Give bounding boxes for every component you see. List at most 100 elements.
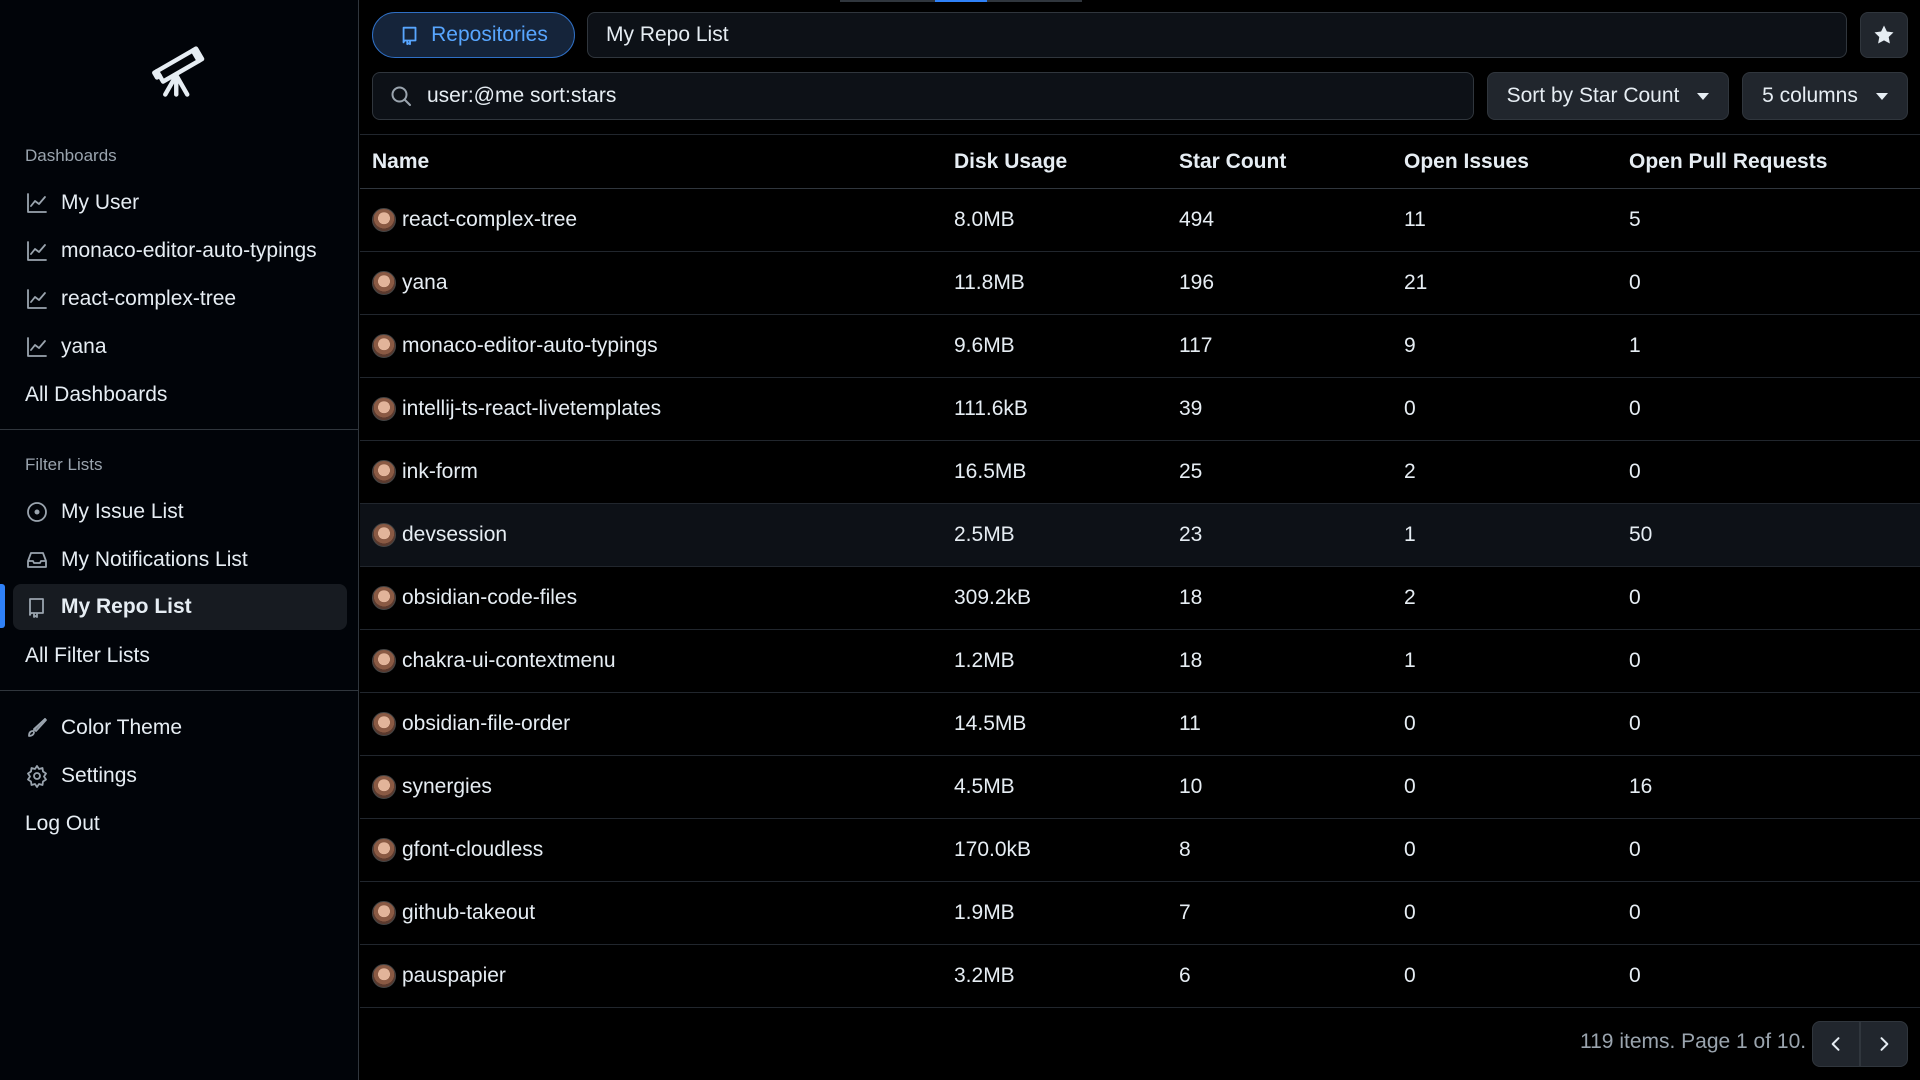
open-issues-cell: 9 bbox=[1404, 334, 1416, 357]
open-pull-requests-cell: 0 bbox=[1629, 586, 1641, 609]
repo-name-cell[interactable]: obsidian-file-order bbox=[372, 693, 570, 755]
repositories-type-button[interactable]: Repositories bbox=[372, 12, 575, 58]
repo-name-text[interactable]: react-complex-tree bbox=[402, 208, 577, 232]
repo-name-text[interactable]: pauspapier bbox=[402, 964, 506, 988]
star-count-cell: 39 bbox=[1179, 397, 1203, 420]
repo-name-text[interactable]: chakra-ui-contextmenu bbox=[402, 649, 616, 673]
table-row[interactable]: github-takeout 1.9MB 7 0 0 bbox=[360, 882, 1920, 945]
repositories-type-label: Repositories bbox=[431, 23, 548, 46]
sidebar-item-yana[interactable]: yana bbox=[13, 324, 347, 370]
open-pull-requests-cell: 0 bbox=[1629, 838, 1641, 861]
sidebar-item-my-user[interactable]: My User bbox=[13, 180, 347, 226]
disk-usage-cell: 3.2MB bbox=[954, 964, 1015, 987]
table-row[interactable]: chakra-ui-contextmenu 1.2MB 18 1 0 bbox=[360, 630, 1920, 693]
sidebar-item-monaco-editor-auto-typings[interactable]: monaco-editor-auto-typings bbox=[13, 228, 347, 274]
disk-usage-cell: 16.5MB bbox=[954, 460, 1027, 483]
table-row[interactable]: devsession 2.5MB 23 1 50 bbox=[360, 504, 1920, 567]
disk-usage-cell: 1.2MB bbox=[954, 649, 1015, 672]
table-row[interactable]: pauspapier 3.2MB 6 0 0 bbox=[360, 945, 1920, 1008]
table-row[interactable]: obsidian-code-files 309.2kB 18 2 0 bbox=[360, 567, 1920, 630]
sidebar-item-all-dashboards[interactable]: All Dashboards bbox=[13, 372, 347, 418]
repo-name-cell[interactable]: monaco-editor-auto-typings bbox=[372, 315, 658, 377]
repo-name-cell[interactable]: github-takeout bbox=[372, 882, 535, 944]
open-pull-requests-cell: 0 bbox=[1629, 901, 1641, 924]
sort-dropdown[interactable]: Sort by Star Count bbox=[1487, 72, 1729, 120]
repo-name-cell[interactable]: synergies bbox=[372, 756, 492, 818]
repo-name-cell[interactable]: chakra-ui-contextmenu bbox=[372, 630, 616, 692]
sidebar-item-label: Color Theme bbox=[61, 716, 182, 739]
column-header-name[interactable]: Name bbox=[372, 135, 429, 188]
table-row[interactable]: gfont-cloudless 170.0kB 8 0 0 bbox=[360, 819, 1920, 882]
star-count-cell: 23 bbox=[1179, 523, 1203, 546]
list-title-input[interactable]: My Repo List bbox=[587, 12, 1847, 58]
repo-name-text[interactable]: devsession bbox=[402, 523, 507, 547]
disk-usage-cell: 1.9MB bbox=[954, 901, 1015, 924]
table-row[interactable]: react-complex-tree 8.0MB 494 11 5 bbox=[360, 189, 1920, 252]
previous-page-button[interactable] bbox=[1812, 1021, 1860, 1067]
sidebar-item-my-repo-list[interactable]: My Repo List bbox=[13, 584, 347, 630]
sidebar-item-log-out[interactable]: Log Out bbox=[13, 801, 347, 847]
dashboards-section-label: Dashboards bbox=[25, 146, 117, 165]
repo-name-cell[interactable]: devsession bbox=[372, 504, 507, 566]
repo-name-text[interactable]: synergies bbox=[402, 775, 492, 799]
columns-dropdown[interactable]: 5 columns bbox=[1742, 72, 1908, 120]
column-header-open-issues[interactable]: Open Issues bbox=[1404, 135, 1529, 188]
open-issues-cell: 0 bbox=[1404, 397, 1416, 420]
disk-usage-cell: 4.5MB bbox=[954, 775, 1015, 798]
graph-icon bbox=[25, 335, 49, 359]
sidebar-item-react-complex-tree[interactable]: react-complex-tree bbox=[13, 276, 347, 322]
next-page-button[interactable] bbox=[1860, 1021, 1908, 1067]
repo-name-cell[interactable]: yana bbox=[372, 252, 448, 314]
repo-icon bbox=[25, 595, 49, 619]
star-count-cell: 6 bbox=[1179, 964, 1191, 987]
table-row[interactable]: ink-form 16.5MB 25 2 0 bbox=[360, 441, 1920, 504]
sidebar-item-label: yana bbox=[61, 335, 107, 358]
sort-dropdown-label: Sort by Star Count bbox=[1506, 84, 1680, 107]
table-row[interactable]: yana 11.8MB 196 21 0 bbox=[360, 252, 1920, 315]
sidebar-item-all-filter-lists[interactable]: All Filter Lists bbox=[13, 633, 347, 679]
repo-name-text[interactable]: gfont-cloudless bbox=[402, 838, 543, 862]
open-issues-cell: 0 bbox=[1404, 901, 1416, 924]
column-header-disk-usage[interactable]: Disk Usage bbox=[954, 135, 1067, 188]
sidebar-item-settings[interactable]: Settings bbox=[13, 753, 347, 799]
repo-name-text[interactable]: obsidian-code-files bbox=[402, 586, 577, 610]
repo-name-cell[interactable]: obsidian-code-files bbox=[372, 567, 577, 629]
star-button[interactable] bbox=[1860, 12, 1908, 58]
open-issues-cell: 11 bbox=[1404, 208, 1426, 231]
repo-name-cell[interactable]: ink-form bbox=[372, 441, 478, 503]
paintbrush-icon bbox=[25, 716, 49, 740]
table-header: Name Disk Usage Star Count Open Issues O… bbox=[360, 134, 1920, 189]
repo-name-text[interactable]: github-takeout bbox=[402, 901, 535, 925]
repo-name-text[interactable]: obsidian-file-order bbox=[402, 712, 570, 736]
sidebar-item-color-theme[interactable]: Color Theme bbox=[13, 705, 347, 751]
repo-name-cell[interactable]: pauspapier bbox=[372, 945, 506, 1007]
repo-name-text[interactable]: yana bbox=[402, 271, 448, 295]
table-row[interactable]: obsidian-file-order 14.5MB 11 0 0 bbox=[360, 693, 1920, 756]
telescope-logo-icon[interactable] bbox=[146, 34, 212, 100]
repo-name-text[interactable]: intellij-ts-react-livetemplates bbox=[402, 397, 661, 421]
column-header-open-pull-requests[interactable]: Open Pull Requests bbox=[1629, 135, 1827, 188]
repo-name-text[interactable]: monaco-editor-auto-typings bbox=[402, 334, 658, 358]
repo-name-cell[interactable]: intellij-ts-react-livetemplates bbox=[372, 378, 661, 440]
list-title-value: My Repo List bbox=[606, 23, 729, 46]
repo-name-text[interactable]: ink-form bbox=[402, 460, 478, 484]
open-issues-cell: 0 bbox=[1404, 775, 1416, 798]
open-issues-cell: 1 bbox=[1404, 523, 1416, 546]
table-row[interactable]: synergies 4.5MB 10 0 16 bbox=[360, 756, 1920, 819]
repo-name-cell[interactable]: gfont-cloudless bbox=[372, 819, 543, 881]
sidebar-item-label: My Notifications List bbox=[61, 548, 248, 571]
column-header-star-count[interactable]: Star Count bbox=[1179, 135, 1286, 188]
repo-name-cell[interactable]: react-complex-tree bbox=[372, 189, 577, 251]
star-count-cell: 18 bbox=[1179, 649, 1203, 672]
sidebar-item-my-issue-list[interactable]: My Issue List bbox=[13, 489, 347, 535]
table-row[interactable]: intellij-ts-react-livetemplates 111.6kB 39… bbox=[360, 378, 1920, 441]
open-pull-requests-cell: 1 bbox=[1629, 334, 1641, 357]
table-row[interactable]: monaco-editor-auto-typings 9.6MB 117 9 1 bbox=[360, 315, 1920, 378]
sidebar-item-label: Log Out bbox=[25, 812, 100, 835]
open-pull-requests-cell: 16 bbox=[1629, 775, 1653, 798]
search-icon bbox=[389, 84, 413, 108]
search-input[interactable]: user:@me sort:stars bbox=[372, 72, 1474, 120]
sidebar-item-label: My User bbox=[61, 191, 140, 214]
star-count-cell: 494 bbox=[1179, 208, 1215, 231]
sidebar-item-my-notifications-list[interactable]: My Notifications List bbox=[13, 537, 347, 583]
